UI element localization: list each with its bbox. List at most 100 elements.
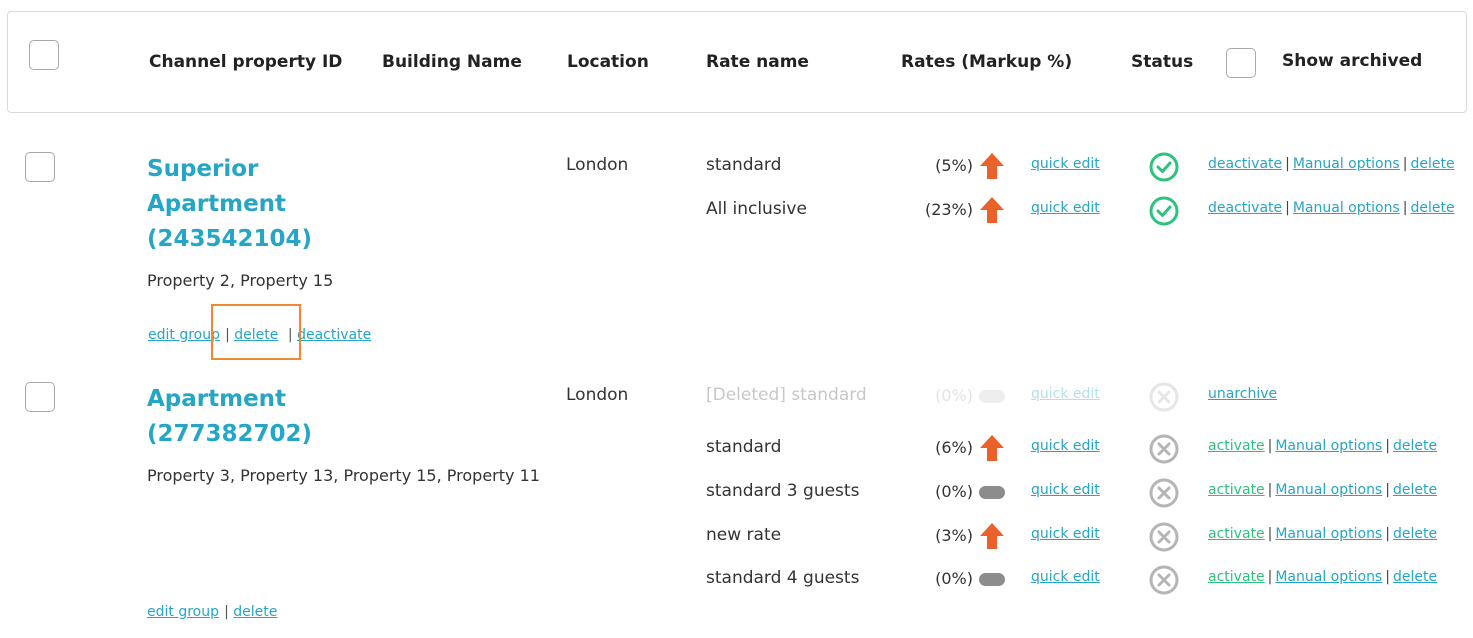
delete-link[interactable]: delete (1410, 200, 1454, 216)
manual-options-link[interactable]: Manual options (1275, 569, 1382, 585)
rate-markup: (0%) (935, 569, 973, 588)
rate-actions: activate | Manual options | delete (1208, 526, 1437, 542)
x-circle-icon[interactable] (1149, 382, 1179, 412)
table-header: Channel property ID Building Name Locati… (7, 11, 1467, 113)
activate-link[interactable]: activate (1208, 526, 1265, 542)
property-id[interactable]: (243542104) (147, 222, 312, 257)
quick-edit-link[interactable]: quick edit (1031, 386, 1100, 402)
separator: | (1385, 569, 1390, 585)
property-title[interactable]: Apartment (277382702) (147, 382, 312, 452)
separator: | (1385, 526, 1390, 542)
subproperties-list: Property 2, Property 15 (147, 271, 334, 290)
rate-markup: (0%) (935, 482, 973, 501)
x-circle-icon[interactable] (1149, 522, 1179, 552)
location-cell: London (566, 155, 629, 175)
rate-actions: activate | Manual options | delete (1208, 438, 1437, 454)
rate-markup: (3%) (935, 526, 973, 545)
subproperties-list: Property 3, Property 13, Property 15, Pr… (147, 466, 540, 485)
delete-link[interactable]: delete (1393, 569, 1437, 585)
quick-edit-link[interactable]: quick edit (1031, 156, 1100, 172)
quick-edit-link[interactable]: quick edit (1031, 200, 1100, 216)
manual-options-link[interactable]: Manual options (1275, 482, 1382, 498)
deactivate-link[interactable]: deactivate (1208, 156, 1282, 172)
highlight-box (211, 304, 301, 360)
check-circle-icon[interactable] (1149, 196, 1179, 226)
column-header-rates[interactable]: Rates (Markup %) (901, 52, 1072, 72)
rate-name: new rate (706, 525, 782, 545)
separator: | (1402, 200, 1408, 216)
select-all-checkbox[interactable] (29, 40, 59, 70)
location-cell: London (566, 385, 629, 405)
separator: | (1267, 569, 1273, 585)
separator: | (1285, 200, 1290, 216)
column-header-status[interactable]: Status (1131, 52, 1193, 72)
unarchive-link[interactable]: unarchive (1208, 386, 1277, 402)
column-header-building-name[interactable]: Building Name (382, 52, 522, 72)
x-circle-icon[interactable] (1149, 565, 1179, 595)
x-circle-icon[interactable] (1149, 434, 1179, 464)
rate-name: [Deleted] standard (706, 385, 867, 405)
separator: | (1402, 156, 1408, 172)
up-arrow-icon (980, 523, 1004, 549)
manual-options-link[interactable]: Manual options (1293, 156, 1400, 172)
property-title[interactable]: Superior Apartment (243542104) (147, 152, 312, 257)
column-header-location[interactable]: Location (567, 52, 649, 72)
delete-link[interactable]: delete (1393, 482, 1437, 498)
deactivate-link[interactable]: deactivate (297, 327, 371, 343)
edit-group-link[interactable]: edit group (147, 604, 219, 620)
show-archived-label[interactable]: Show archived (1282, 51, 1422, 71)
delete-link[interactable]: delete (233, 604, 277, 620)
up-arrow-icon (980, 153, 1004, 179)
separator: | (1385, 438, 1390, 454)
quick-edit-link[interactable]: quick edit (1031, 438, 1100, 454)
rate-actions: deactivate | Manual options | delete (1208, 156, 1455, 172)
check-circle-icon[interactable] (1149, 152, 1179, 182)
property-title-line[interactable]: Superior (147, 152, 312, 187)
rate-name: standard 3 guests (706, 481, 860, 501)
quick-edit-link[interactable]: quick edit (1031, 569, 1100, 585)
activate-link[interactable]: activate (1208, 438, 1265, 454)
neutral-pill-icon (979, 486, 1005, 499)
separator: | (1385, 482, 1390, 498)
quick-edit-link[interactable]: quick edit (1031, 482, 1100, 498)
up-arrow-icon (980, 435, 1004, 461)
neutral-pill-icon (979, 390, 1005, 403)
rate-actions: activate | Manual options | delete (1208, 482, 1437, 498)
row-checkbox[interactable] (25, 382, 55, 412)
activate-link[interactable]: activate (1208, 569, 1265, 585)
delete-link[interactable]: delete (1393, 438, 1437, 454)
delete-link[interactable]: delete (1393, 526, 1437, 542)
deactivate-link[interactable]: deactivate (1208, 200, 1282, 216)
separator: | (1267, 482, 1273, 498)
up-arrow-icon (980, 197, 1004, 223)
rate-name: standard (706, 155, 782, 175)
column-header-rate-name[interactable]: Rate name (706, 52, 809, 72)
quick-edit-link[interactable]: quick edit (1031, 526, 1100, 542)
manual-options-link[interactable]: Manual options (1293, 200, 1400, 216)
rate-markup: (5%) (935, 156, 973, 175)
delete-link[interactable]: delete (1410, 156, 1454, 172)
rate-markup: (23%) (924, 200, 973, 219)
separator: | (1267, 438, 1273, 454)
activate-link[interactable]: activate (1208, 482, 1265, 498)
rate-markup: (6%) (935, 438, 973, 457)
separator: | (224, 604, 234, 620)
row-checkbox[interactable] (25, 152, 55, 182)
manual-options-link[interactable]: Manual options (1275, 438, 1382, 454)
property-id[interactable]: (277382702) (147, 417, 312, 452)
property-links: edit group | delete (147, 601, 277, 620)
rate-actions: deactivate | Manual options | delete (1208, 200, 1455, 216)
property-title-line[interactable]: Apartment (147, 382, 312, 417)
rate-actions: unarchive (1208, 386, 1277, 402)
neutral-pill-icon (979, 573, 1005, 586)
property-title-line[interactable]: Apartment (147, 187, 312, 222)
separator: | (1285, 156, 1290, 172)
rate-markup: (0%) (935, 386, 973, 405)
x-circle-icon[interactable] (1149, 478, 1179, 508)
rate-actions: activate | Manual options | delete (1208, 569, 1437, 585)
column-header-channel-property-id[interactable]: Channel property ID (149, 52, 342, 72)
edit-group-link[interactable]: edit group (148, 327, 220, 343)
show-archived-checkbox[interactable] (1226, 48, 1256, 78)
manual-options-link[interactable]: Manual options (1275, 526, 1382, 542)
rate-name: standard 4 guests (706, 568, 860, 588)
